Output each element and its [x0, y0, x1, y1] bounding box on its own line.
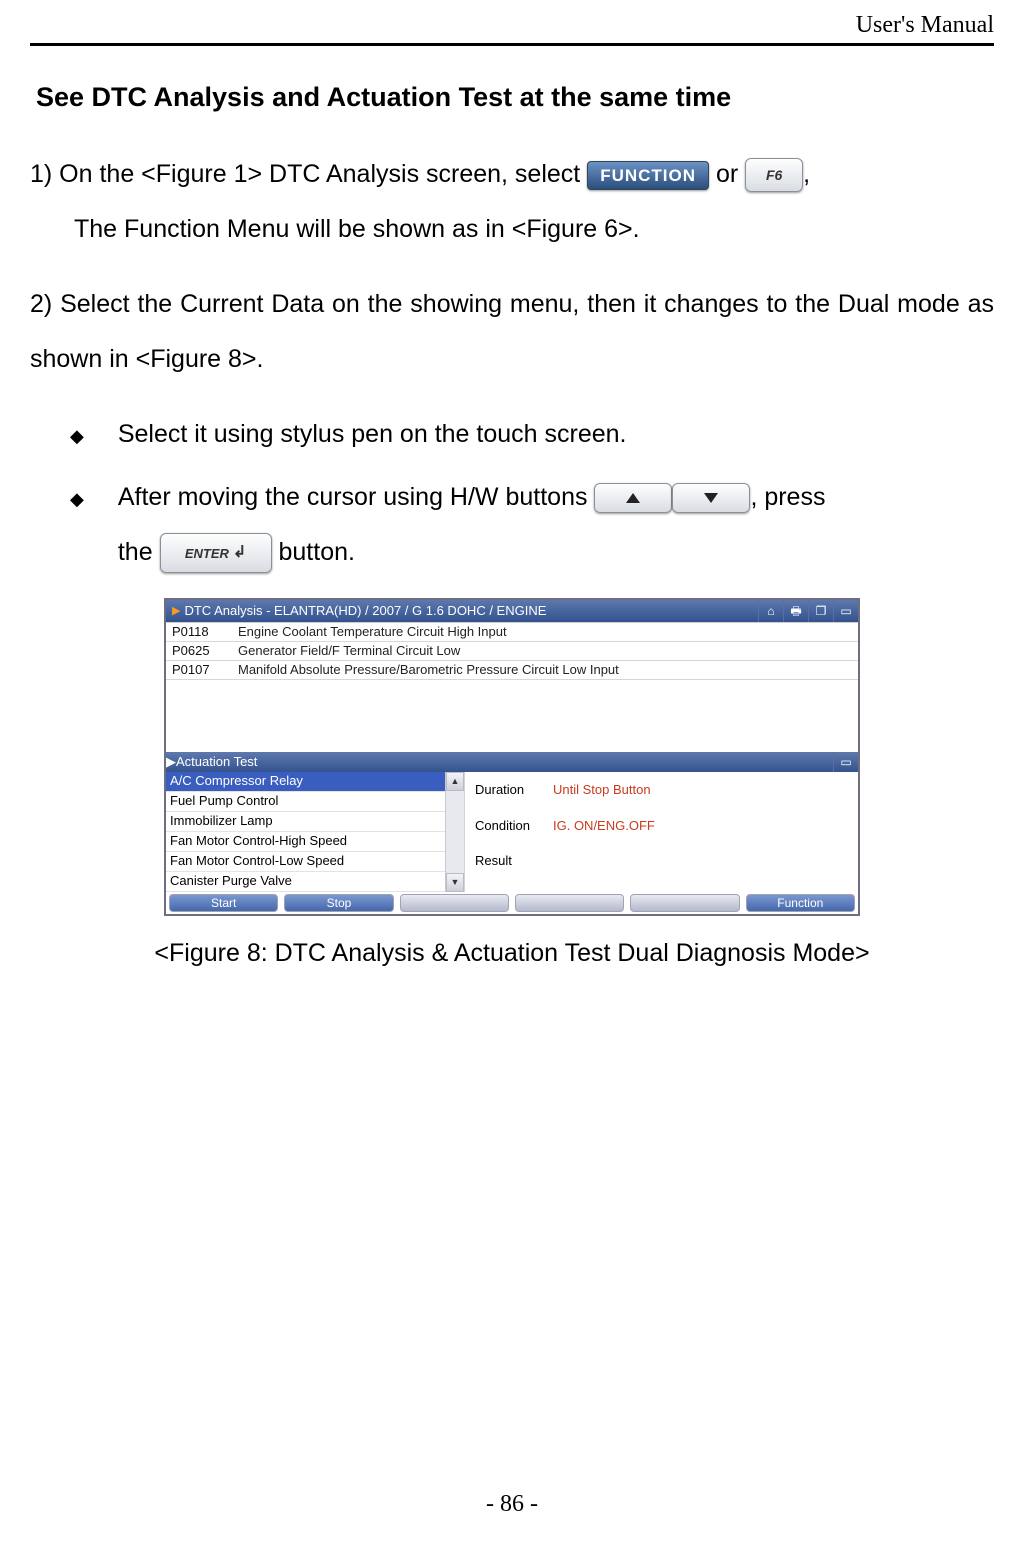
blank-tab	[515, 894, 624, 912]
step-1: 1) On the <Figure 1> DTC Analysis screen…	[30, 147, 994, 257]
scrollbar[interactable]: ▲ ▼	[445, 772, 464, 892]
f6-button[interactable]: F6	[745, 158, 803, 192]
condition-label: Condition	[475, 812, 553, 841]
bullet-2: ◆ After moving the cursor using H/W butt…	[30, 470, 994, 580]
down-button[interactable]	[672, 483, 750, 513]
bullet-1: ◆ Select it using stylus pen on the touc…	[30, 407, 994, 462]
dtc-table: P0118 Engine Coolant Temperature Circuit…	[166, 622, 858, 752]
dtc-desc: Manifold Absolute Pressure/Barometric Pr…	[238, 656, 858, 685]
step1-end: ,	[803, 160, 810, 188]
bullet-marker: ◆	[70, 417, 84, 457]
actuation-list: A/C Compressor Relay Fuel Pump Control I…	[166, 772, 464, 892]
bullet2-a: After moving the cursor using H/W button…	[118, 483, 595, 511]
dtc-code: P0107	[166, 656, 238, 685]
bullet1-text: Select it using stylus pen on the touch …	[118, 407, 994, 462]
figure-caption: <Figure 8: DTC Analysis & Actuation Test…	[30, 926, 994, 981]
page-header: User's Manual	[30, 12, 994, 46]
enter-button[interactable]: ENTER ↲	[160, 533, 272, 573]
function-button[interactable]: FUNCTION	[587, 161, 709, 190]
blank-tab	[630, 894, 739, 912]
up-button[interactable]	[594, 483, 672, 513]
dtc-empty-area	[166, 680, 858, 752]
page-number: - 86 -	[0, 1491, 1024, 1518]
duration-label: Duration	[475, 776, 553, 805]
start-button[interactable]: Start	[169, 894, 278, 912]
section-heading: See DTC Analysis and Actuation Test at t…	[36, 82, 994, 113]
scroll-down-icon[interactable]: ▼	[446, 873, 464, 892]
scroll-track[interactable]	[446, 791, 464, 873]
step1-text-a: 1) On the <Figure 1> DTC Analysis screen…	[30, 160, 587, 188]
table-row[interactable]: P0107 Manifold Absolute Pressure/Baromet…	[166, 661, 858, 680]
scroll-up-icon[interactable]: ▲	[446, 772, 464, 791]
condition-value: IG. ON/ENG.OFF	[553, 812, 655, 841]
blank-tab	[400, 894, 509, 912]
stop-button[interactable]: Stop	[284, 894, 393, 912]
bullet-marker: ◆	[70, 480, 84, 520]
triangle-up-icon	[626, 493, 640, 503]
maximize-icon[interactable]: ▭	[833, 752, 858, 772]
bullet2-c: the	[118, 538, 160, 566]
duration-value: Until Stop Button	[553, 776, 651, 805]
step-2: 2) Select the Current Data on the showin…	[30, 277, 994, 387]
step2-text: 2) Select the Current Data on the showin…	[30, 290, 994, 373]
step1-line2: The Function Menu will be shown as in <F…	[30, 202, 640, 257]
step1-or: or	[716, 160, 745, 188]
bullet2-b: , press	[750, 483, 825, 511]
result-label: Result	[475, 847, 553, 876]
actuation-info-panel: DurationUntil Stop Button ConditionIG. O…	[464, 772, 858, 892]
triangle-down-icon	[704, 493, 718, 503]
figure-8-screenshot: ▶ DTC Analysis - ELANTRA(HD) / 2007 / G …	[164, 598, 860, 916]
enter-label: ENTER	[185, 547, 229, 560]
function-tab-button[interactable]: Function	[746, 894, 855, 912]
enter-arrow-icon: ↲	[233, 545, 246, 561]
bullet2-d: button.	[279, 538, 355, 566]
